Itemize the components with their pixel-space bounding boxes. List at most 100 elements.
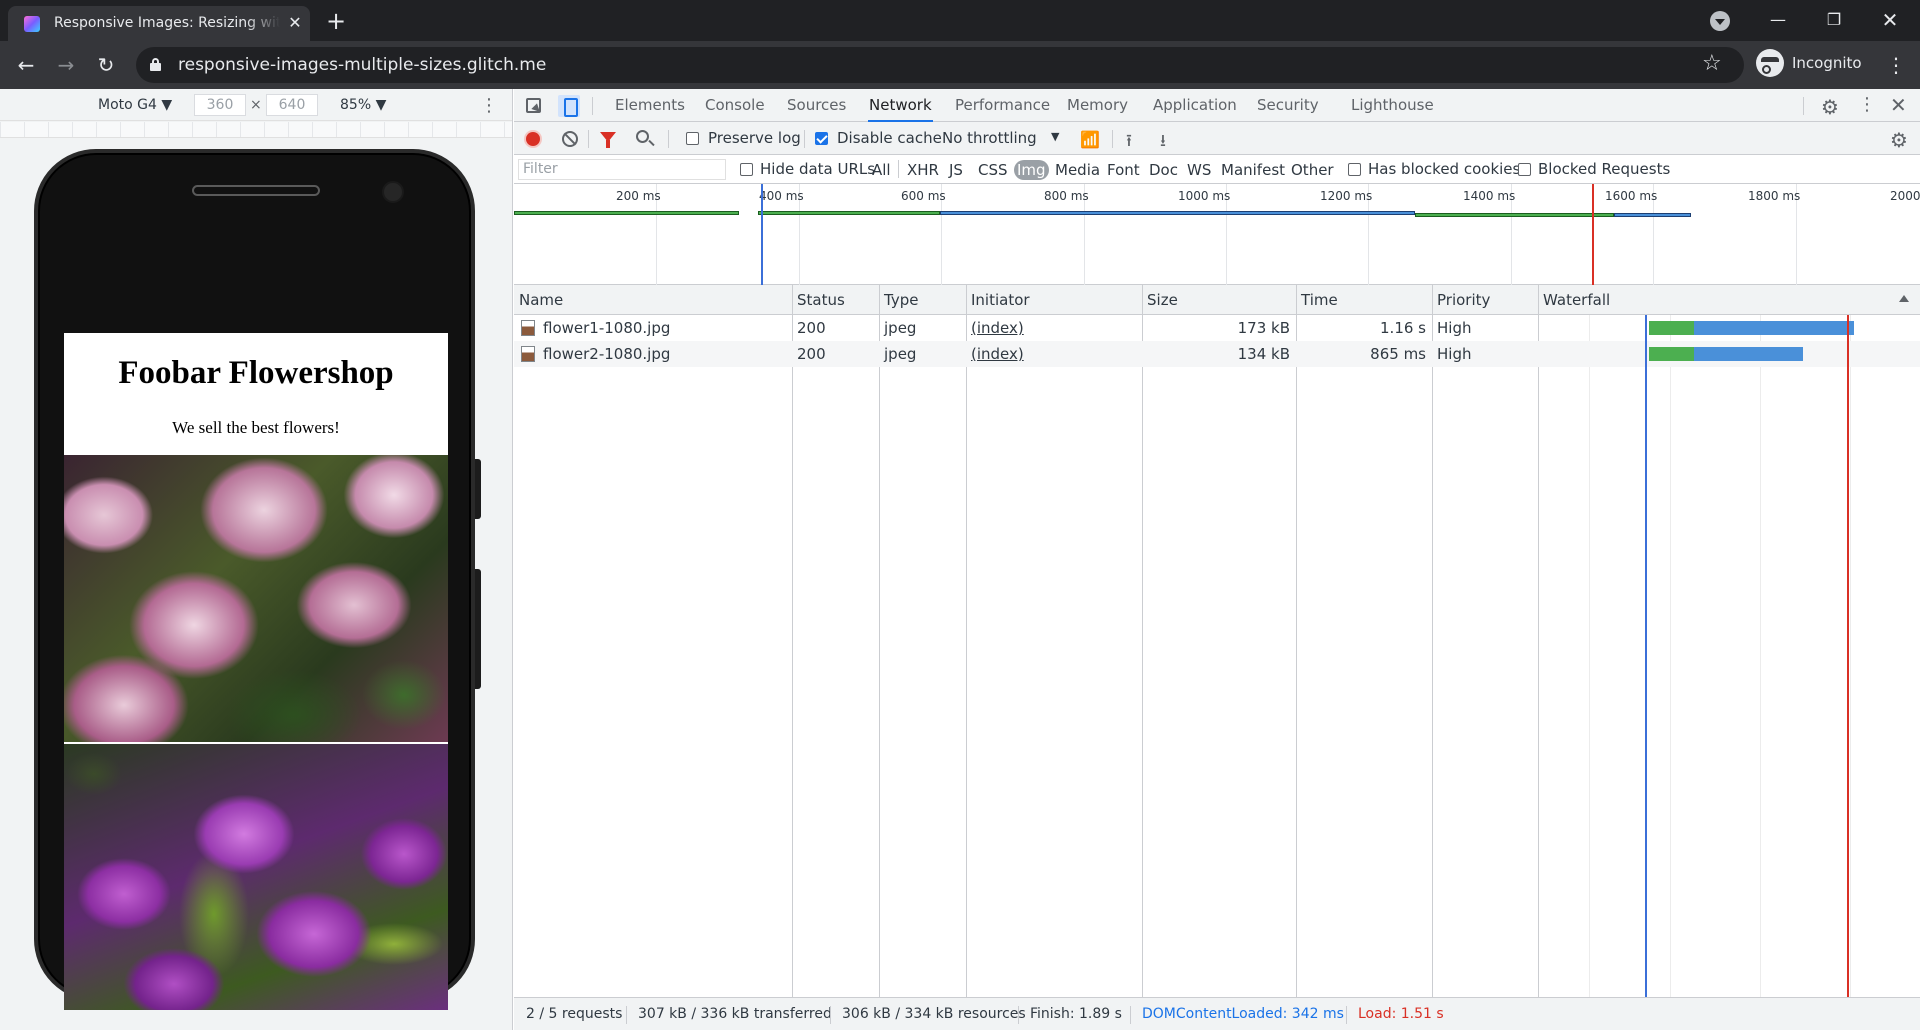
overview-tick-label: 800 ms [1044,189,1089,203]
incognito-icon [1756,49,1784,77]
tab-security[interactable]: Security [1256,89,1320,122]
devtools-more-icon[interactable]: ⋮ [1858,94,1876,115]
column-status[interactable]: Status [792,285,879,315]
devtools-tabbar: Elements Console Sources Network Perform… [514,89,1920,122]
device-toolbar-icon[interactable] [558,95,580,117]
width-input[interactable]: 360 [194,94,246,116]
table-row[interactable]: flower2-1080.jpg 200 jpeg (index) 134 kB… [514,341,1920,367]
disable-cache-checkbox[interactable] [815,132,828,145]
summary-finish: Finish: 1.89 s [1030,1006,1122,1022]
divider [592,97,593,115]
column-name[interactable]: Name [514,285,792,315]
chevron-down-icon[interactable]: ▼ [1051,130,1059,143]
overview-timeline[interactable]: 200 ms 400 ms 600 ms 800 ms 1000 ms 1200… [514,184,1920,285]
tab-elements[interactable]: Elements [614,89,686,122]
export-har-icon[interactable]: ⭳ [1160,128,1166,157]
column-divider [792,285,793,997]
column-priority[interactable]: Priority [1432,285,1538,315]
tab-performance[interactable]: Performance [954,89,1051,122]
waterfall-gridline [1670,315,1671,997]
sort-ascending-icon[interactable] [1899,295,1909,302]
maximize-icon[interactable]: ❐ [1814,6,1854,34]
filter-icon[interactable] [600,132,616,148]
filter-type-ws[interactable]: WS [1184,160,1214,180]
browser-tab[interactable]: Responsive Images: Resizing with ✕ [8,6,310,41]
devtools-close-icon[interactable]: ✕ [1890,93,1907,117]
phone-volume-button [475,569,481,689]
blocked-requests-label: Blocked Requests [1538,160,1671,178]
request-name[interactable]: flower1-1080.jpg [538,315,670,341]
overview-tick-label: 200 ms [616,189,661,203]
search-icon[interactable] [636,130,649,143]
request-initiator-link[interactable]: (index) [966,315,1024,341]
media-query-ruler[interactable] [0,122,512,138]
forward-arrow-icon[interactable]: → [52,51,80,79]
divider [668,130,669,148]
phone-power-button [475,459,481,519]
star-icon[interactable]: ☆ [1702,51,1722,76]
url-text[interactable]: responsive-images-multiple-sizes.glitch.… [178,55,546,75]
filter-type-img[interactable]: Img [1014,160,1049,180]
tab-close-icon[interactable]: ✕ [286,14,304,32]
waterfall-download-bar [1694,347,1803,361]
import-har-icon[interactable]: ⭱ [1126,128,1132,157]
device-select[interactable]: Moto G4 ▼ [98,97,172,113]
filter-type-doc[interactable]: Doc [1146,160,1181,180]
clear-icon[interactable] [562,131,578,147]
dimension-separator: × [250,97,262,113]
filter-type-manifest[interactable]: Manifest [1218,160,1288,180]
lock-icon[interactable] [150,58,161,71]
overview-tick-label: 2000 [1890,189,1920,203]
filter-type-other[interactable]: Other [1288,160,1337,180]
zoom-select[interactable]: 85% ▼ [340,97,386,113]
tab-application[interactable]: Application [1152,89,1238,122]
column-waterfall[interactable]: Waterfall [1538,285,1898,315]
filter-type-all[interactable]: All [869,160,894,180]
throttling-select[interactable]: No throttling [942,129,1037,147]
column-type[interactable]: Type [879,285,966,315]
more-vert-icon[interactable]: ⋮ [1882,51,1910,79]
has-blocked-cookies-checkbox[interactable] [1348,163,1361,176]
column-time[interactable]: Time [1296,285,1432,315]
device-more-icon[interactable]: ⋮ [480,95,498,116]
tab-memory[interactable]: Memory [1066,89,1129,122]
divider [898,160,899,178]
request-initiator-link[interactable]: (index) [966,341,1024,367]
settings-gear-icon[interactable]: ⚙ [1821,95,1839,119]
minimize-icon[interactable]: — [1758,6,1798,34]
table-row[interactable]: flower1-1080.jpg 200 jpeg (index) 173 kB… [514,315,1920,341]
network-settings-icon[interactable]: ⚙ [1890,128,1908,152]
address-bar[interactable]: responsive-images-multiple-sizes.glitch.… [136,47,1744,83]
column-size[interactable]: Size [1142,285,1296,315]
close-icon[interactable]: ✕ [1870,6,1910,34]
filter-type-font[interactable]: Font [1104,160,1143,180]
tab-network[interactable]: Network [868,89,933,122]
new-tab-button[interactable]: + [322,8,350,36]
column-initiator[interactable]: Initiator [966,285,1142,315]
filter-input[interactable]: Filter [518,159,726,180]
request-name[interactable]: flower2-1080.jpg [538,341,670,367]
height-input[interactable]: 640 [266,94,318,116]
reload-icon[interactable]: ↻ [92,51,120,79]
preserve-log-checkbox[interactable] [686,132,699,145]
device-toolbar: Moto G4 ▼ 360 × 640 85% ▼ ⋮ [0,89,512,121]
hide-data-urls-checkbox[interactable] [740,163,753,176]
tab-console[interactable]: Console [704,89,766,122]
blocked-requests-checkbox[interactable] [1518,163,1531,176]
filter-type-js[interactable]: JS [946,160,966,180]
tab-lighthouse[interactable]: Lighthouse [1350,89,1435,122]
network-conditions-icon[interactable]: 📶 [1080,130,1100,149]
filter-type-css[interactable]: CSS [975,160,1011,180]
divider [830,1006,831,1024]
back-arrow-icon[interactable]: ← [12,51,40,79]
tab-search-icon[interactable] [1710,11,1730,31]
inspect-element-icon[interactable] [526,98,541,113]
tab-sources[interactable]: Sources [786,89,847,122]
waterfall-gridline [1589,315,1590,997]
record-icon[interactable] [526,132,540,146]
emulated-viewport[interactable]: Foobar Flowershop We sell the best flowe… [64,333,448,1010]
has-blocked-cookies-label: Has blocked cookies [1368,160,1521,178]
filter-type-media[interactable]: Media [1052,160,1103,180]
filter-type-xhr[interactable]: XHR [904,160,942,180]
flower-photo-1 [64,455,448,742]
